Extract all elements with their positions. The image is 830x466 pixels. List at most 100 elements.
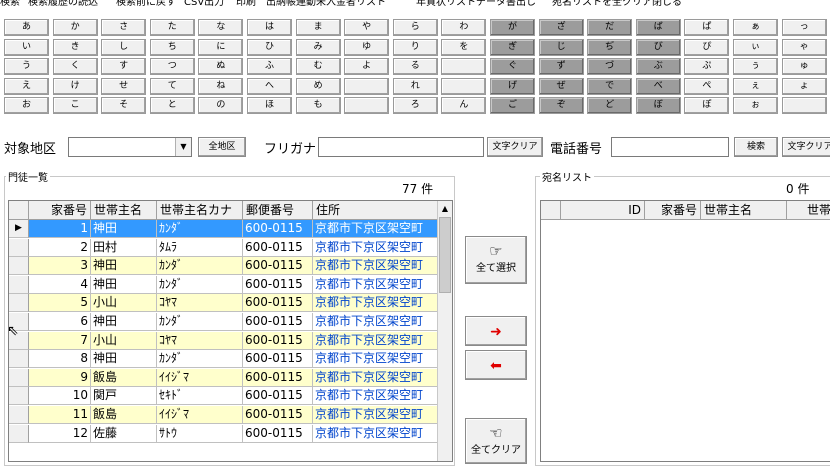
kana-button[interactable]: も: [295, 97, 341, 115]
cell-zip[interactable]: 600-0115: [243, 238, 313, 257]
row-indicator[interactable]: [9, 387, 29, 406]
kana-button[interactable]: [344, 77, 390, 95]
col-header-address[interactable]: 住所: [313, 201, 439, 220]
row-indicator[interactable]: [9, 294, 29, 313]
table-row[interactable]: 7 小山 ｺﾔﾏ 600-0115 京都市下京区架空町: [9, 331, 439, 350]
kana-button[interactable]: へ: [247, 77, 292, 95]
kana-button[interactable]: で: [587, 77, 633, 95]
cell-no[interactable]: 5: [29, 294, 91, 313]
cell-kana[interactable]: ｺﾔﾏ: [157, 331, 243, 350]
kana-button[interactable]: ず: [538, 58, 584, 76]
kana-button[interactable]: ぉ: [733, 97, 778, 115]
cell-name[interactable]: 佐藤: [91, 424, 157, 443]
kana-button[interactable]: ろ: [392, 97, 438, 115]
cell-addr[interactable]: 京都市下京区架空町: [313, 313, 439, 331]
row-indicator[interactable]: [9, 350, 29, 369]
kana-button[interactable]: め: [295, 77, 341, 95]
cell-name[interactable]: 神田: [91, 257, 157, 276]
menu-new-year-export[interactable]: 年賀状リストデータ書出し: [416, 0, 536, 10]
cell-zip[interactable]: 600-0115: [243, 220, 313, 238]
kana-button[interactable]: ば: [635, 19, 681, 36]
col-header-head-kana[interactable]: 世帯主名カナ: [157, 201, 243, 220]
phone-text-clear-button[interactable]: 文字クリア: [782, 137, 830, 157]
cell-zip[interactable]: 600-0115: [243, 275, 313, 294]
cell-zip[interactable]: 600-0115: [243, 313, 313, 331]
kana-button[interactable]: ぼ: [635, 97, 681, 115]
cell-no[interactable]: 3: [29, 257, 91, 276]
kana-button[interactable]: ご: [490, 97, 535, 115]
kana-button[interactable]: る: [392, 58, 438, 76]
kana-button[interactable]: ぞ: [538, 97, 584, 115]
kana-button[interactable]: わ: [441, 19, 487, 36]
scroll-up-icon[interactable]: ▲: [438, 201, 452, 217]
kana-button[interactable]: か: [52, 19, 98, 36]
cell-zip[interactable]: 600-0115: [243, 350, 313, 369]
cell-kana[interactable]: ｶﾝﾀﾞ: [157, 257, 243, 276]
cell-zip[interactable]: 600-0115: [243, 368, 313, 387]
cell-kana[interactable]: ｺﾔﾏ: [157, 294, 243, 313]
kana-button[interactable]: ん: [441, 97, 487, 115]
cell-zip[interactable]: 600-0115: [243, 387, 313, 406]
kana-button[interactable]: き: [52, 38, 98, 56]
area-select[interactable]: ▼: [68, 137, 192, 157]
col-header-head[interactable]: 世帯主: [787, 201, 830, 220]
cell-zip[interactable]: 600-0115: [243, 257, 313, 276]
cell-kana[interactable]: ｶﾝﾀﾞ: [157, 350, 243, 369]
cell-zip[interactable]: 600-0115: [243, 424, 313, 443]
kana-button[interactable]: ゆ: [344, 38, 390, 56]
cell-zip[interactable]: 600-0115: [243, 406, 313, 424]
kana-button[interactable]: じ: [538, 38, 584, 56]
cell-addr[interactable]: 京都市下京区架空町: [313, 350, 439, 369]
kana-button[interactable]: [344, 97, 390, 115]
kana-button[interactable]: け: [52, 77, 98, 95]
phone-input[interactable]: [611, 137, 729, 157]
kana-button[interactable]: ぽ: [684, 97, 730, 115]
kana-button[interactable]: ぴ: [684, 38, 730, 56]
cell-name[interactable]: 関戸: [91, 387, 157, 406]
menu-print[interactable]: 印刷: [236, 0, 256, 10]
cell-no[interactable]: 12: [29, 424, 91, 443]
kana-button[interactable]: ぶ: [635, 58, 681, 76]
kana-button[interactable]: な: [198, 19, 244, 36]
kana-button[interactable]: [441, 77, 487, 95]
kana-button[interactable]: ぁ: [733, 19, 778, 36]
kana-button[interactable]: つ: [149, 58, 195, 76]
cell-kana[interactable]: ｲｲｼﾞﾏ: [157, 406, 243, 424]
row-indicator[interactable]: [9, 275, 29, 294]
kana-button[interactable]: ほ: [247, 97, 292, 115]
kana-button[interactable]: ま: [295, 19, 341, 36]
kana-button[interactable]: え: [4, 77, 49, 95]
table-row[interactable]: 2 田村 ﾀﾑﾗ 600-0115 京都市下京区架空町: [9, 238, 439, 257]
cell-addr[interactable]: 京都市下京区架空町: [313, 257, 439, 276]
kana-button[interactable]: り: [392, 38, 438, 56]
kana-button[interactable]: お: [4, 97, 49, 115]
kana-button[interactable]: う: [4, 58, 49, 76]
cell-no[interactable]: 11: [29, 406, 91, 424]
cell-addr[interactable]: 京都市下京区架空町: [313, 294, 439, 313]
cell-zip[interactable]: 600-0115: [243, 294, 313, 313]
cell-name[interactable]: 神田: [91, 350, 157, 369]
cell-name[interactable]: 田村: [91, 238, 157, 257]
kana-button[interactable]: あ: [4, 19, 49, 36]
cell-name[interactable]: 飯島: [91, 368, 157, 387]
kana-button[interactable]: が: [490, 19, 535, 36]
cell-no[interactable]: 4: [29, 275, 91, 294]
cell-name[interactable]: 小山: [91, 294, 157, 313]
row-indicator[interactable]: [9, 406, 29, 424]
cell-no[interactable]: 8: [29, 350, 91, 369]
kana-button[interactable]: こ: [52, 97, 98, 115]
col-header-house-no[interactable]: 家番号: [29, 201, 91, 220]
kana-button[interactable]: ぅ: [733, 58, 778, 76]
kana-button[interactable]: そ: [101, 97, 147, 115]
menu-close[interactable]: 閉じる: [652, 0, 682, 10]
col-header-head-name[interactable]: 世帯主名: [91, 201, 157, 220]
kana-button[interactable]: く: [52, 58, 98, 76]
kana-button[interactable]: ぃ: [733, 38, 778, 56]
menu-restore-before-search[interactable]: 検索前に戻す: [116, 0, 176, 10]
cell-name[interactable]: 神田: [91, 275, 157, 294]
kana-button[interactable]: げ: [490, 77, 535, 95]
kana-button[interactable]: っ: [781, 19, 827, 36]
kana-button[interactable]: し: [101, 38, 147, 56]
kana-button[interactable]: は: [247, 19, 292, 36]
kana-button[interactable]: ぜ: [538, 77, 584, 95]
